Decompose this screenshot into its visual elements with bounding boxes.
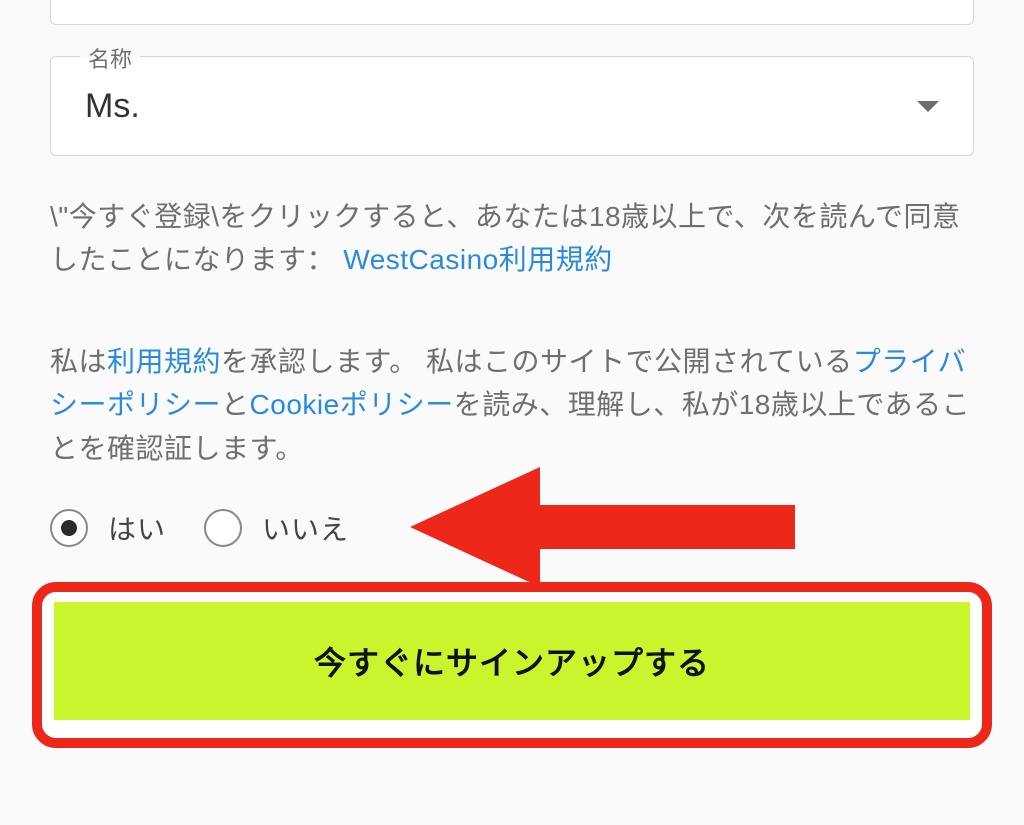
agreement-radio-group: はい いいえ	[50, 508, 367, 548]
terms-link[interactable]: 利用規約	[107, 346, 221, 377]
consent-text-2: 私は利用規約を承認します。 私はこのサイトで公開されているプライバシーポリシーと…	[50, 340, 974, 470]
title-field-label: 名称	[80, 42, 140, 74]
consent2-seg2: を承認します。 私はこのサイトで公開されている	[221, 346, 853, 377]
title-field-wrap: 名称 Ms.	[50, 56, 974, 156]
signup-button[interactable]: 今すぐにサインアップする	[54, 602, 970, 726]
title-select-value: Ms.	[85, 87, 140, 126]
consent2-seg3: と	[221, 389, 250, 420]
chevron-down-icon	[917, 101, 939, 112]
title-select[interactable]: Ms.	[50, 56, 974, 156]
cookie-policy-link[interactable]: Cookieポリシー	[250, 389, 454, 420]
terms-link-westcasino[interactable]: WestCasino利用規約	[343, 244, 612, 275]
consent2-seg1: 私は	[50, 346, 107, 377]
previous-input-field[interactable]	[50, 0, 974, 25]
radio-no-label: いいえ	[262, 508, 349, 548]
annotation-arrow-icon	[410, 467, 800, 587]
radio-yes[interactable]	[50, 509, 88, 547]
signup-button-highlight: 今すぐにサインアップする	[32, 582, 992, 748]
consent-text-1: \"今すぐ登録\をクリックすると、あなたは18歳以上で、次を読んで同意したことに…	[50, 195, 974, 282]
radio-no[interactable]	[204, 509, 242, 547]
radio-yes-label: はい	[108, 508, 166, 548]
